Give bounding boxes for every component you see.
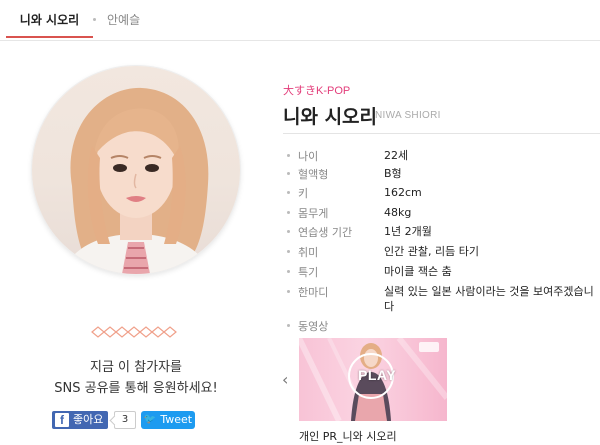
tab-bar: 니와 시오리 안예슬 (0, 0, 600, 41)
profile-name-english: NIWA SHIORI (375, 110, 441, 121)
info-value: 인간 관찰, 리듬 타기 (384, 245, 479, 258)
video-play-label: PLAY (358, 367, 397, 383)
diamond-chain-icon (91, 326, 177, 338)
info-value: 22세 (384, 149, 409, 162)
facebook-like-label: 좋아요 (73, 413, 104, 426)
info-value: 48kg (384, 206, 412, 219)
facebook-like-button[interactable]: f 좋아요 (52, 411, 108, 429)
info-label: 키 (298, 187, 309, 200)
tab-separator (93, 18, 96, 21)
info-label: 취미 (298, 246, 319, 259)
video-caption[interactable]: 개인 PR_니와 시오리 (299, 428, 397, 444)
info-value: 실력 있는 일본 사람이라는 것을 보여주겠습니다 (384, 285, 594, 313)
tweet-button[interactable]: 🐦 Tweet (141, 411, 195, 429)
info-value: B형 (384, 167, 402, 180)
facebook-like-count: 3 (114, 411, 136, 429)
info-label: 혈액형 (298, 168, 329, 181)
info-label: 특기 (298, 266, 319, 279)
tab-ahn-yeseul[interactable]: 안예슬 (107, 0, 140, 40)
profile-name: 니와 시오리 (283, 106, 378, 128)
info-label: 연습생 기간 (298, 226, 353, 239)
info-value: 1년 2개월 (384, 225, 432, 238)
divider (283, 133, 600, 134)
cta-line-1: 지금 이 참가자를 (90, 360, 182, 375)
profile-photo (32, 66, 240, 274)
tab-niwa-shiori[interactable]: 니와 시오리 (6, 0, 93, 38)
chevron-left-icon[interactable]: ‹ (282, 370, 288, 389)
brand-label: 大すきK-POP (283, 85, 351, 97)
cta-line-2: SNS 공유를 통해 응원하세요! (54, 381, 218, 396)
twitter-bird-icon: 🐦 (143, 414, 157, 425)
info-label: 한마디 (298, 286, 329, 299)
info-value: 162cm (384, 186, 422, 199)
facebook-icon: f (55, 413, 69, 427)
info-label: 동영상 (298, 320, 329, 333)
tweet-label: Tweet (160, 413, 193, 426)
info-value: 마이클 잭슨 춤 (384, 265, 452, 278)
info-label: 몸무게 (298, 207, 329, 220)
info-label: 나이 (298, 150, 319, 163)
